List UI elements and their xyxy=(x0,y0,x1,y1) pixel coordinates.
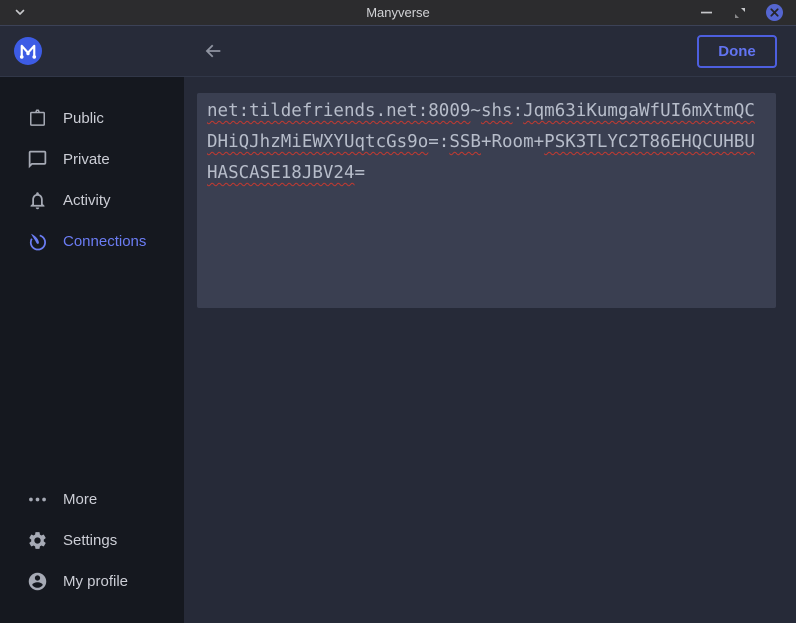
sidebar-item-label: More xyxy=(63,491,97,508)
titlebar: Manyverse xyxy=(0,0,796,25)
sidebar-item-label: Private xyxy=(63,151,110,168)
invite-code-line: net:tildefriends.net:8009~shs:Jqm63iKumg… xyxy=(207,96,766,127)
content-area: net:tildefriends.net:8009~shs:Jqm63iKumg… xyxy=(184,77,796,623)
restore-icon[interactable] xyxy=(731,4,749,22)
window-title: Manyverse xyxy=(0,5,796,20)
sidebar-item-label: Settings xyxy=(63,532,117,549)
misspelled-text-segment: shs xyxy=(481,101,513,121)
text-segment: +Room+ xyxy=(481,132,544,152)
sidebar-item-label: Public xyxy=(63,110,104,127)
sidebar-item-more[interactable]: More xyxy=(0,479,184,520)
text-segment: =: xyxy=(428,132,449,152)
close-icon[interactable] xyxy=(765,4,783,22)
sidebar-top-group: Public Private Activity Connections xyxy=(0,98,184,262)
sidebar-item-label: Connections xyxy=(63,233,146,250)
gear-icon xyxy=(27,530,48,551)
manyverse-window: Manyverse xyxy=(0,0,796,623)
sidebar-item-private[interactable]: Private xyxy=(0,139,184,180)
window-controls xyxy=(697,4,796,22)
invite-code-line: HASCASE18JBV24= xyxy=(207,158,766,189)
invite-code-input[interactable]: net:tildefriends.net:8009~shs:Jqm63iKumg… xyxy=(197,93,776,308)
sidebar-item-label: My profile xyxy=(63,573,128,590)
bulletin-board-icon xyxy=(27,108,48,129)
chat-bubble-icon xyxy=(27,149,48,170)
bell-icon xyxy=(27,190,48,211)
minimize-icon[interactable] xyxy=(697,4,715,22)
done-button[interactable]: Done xyxy=(697,35,777,68)
app-body: Public Private Activity Connections More Set… xyxy=(0,77,796,623)
person-circle-icon xyxy=(27,571,48,592)
dial-icon xyxy=(27,231,48,252)
text-segment: ~ xyxy=(470,101,481,121)
window-menu-chevron-icon[interactable] xyxy=(10,3,30,23)
logo-zone xyxy=(0,37,184,65)
invite-code-line: DHiQJhzMiEWXYUqtcGs9o=:SSB+Room+PSK3TLYC… xyxy=(207,127,766,158)
sidebar-item-public[interactable]: Public xyxy=(0,98,184,139)
sidebar-bottom-group: More Settings My profile xyxy=(0,479,184,602)
misspelled-text-segment: PSK3TLYC2T86EHQCUHBU xyxy=(544,132,755,152)
text-segment: : xyxy=(513,101,524,121)
misspelled-text-segment: Jqm63iKumgaWfUI6mXtmQC xyxy=(523,101,755,121)
misspelled-text-segment: DHiQJhzMiEWXYUqtcGs9o xyxy=(207,132,428,152)
misspelled-text-segment: SSB xyxy=(449,132,481,152)
dots-icon xyxy=(27,489,48,510)
misspelled-text-segment: HASCASE18JBV24 xyxy=(207,163,355,183)
sidebar-item-activity[interactable]: Activity xyxy=(0,180,184,221)
app-header: Done xyxy=(0,25,796,77)
sidebar: Public Private Activity Connections More Set… xyxy=(0,77,184,623)
sidebar-item-connections[interactable]: Connections xyxy=(0,221,184,262)
back-arrow-icon[interactable] xyxy=(195,33,231,69)
misspelled-text-segment: net:tildefriends.net:8009 xyxy=(207,101,470,121)
sidebar-item-my-profile[interactable]: My profile xyxy=(0,561,184,602)
manyverse-logo-icon xyxy=(14,37,42,65)
sidebar-item-label: Activity xyxy=(63,192,111,209)
sidebar-item-settings[interactable]: Settings xyxy=(0,520,184,561)
text-segment: = xyxy=(355,163,366,183)
